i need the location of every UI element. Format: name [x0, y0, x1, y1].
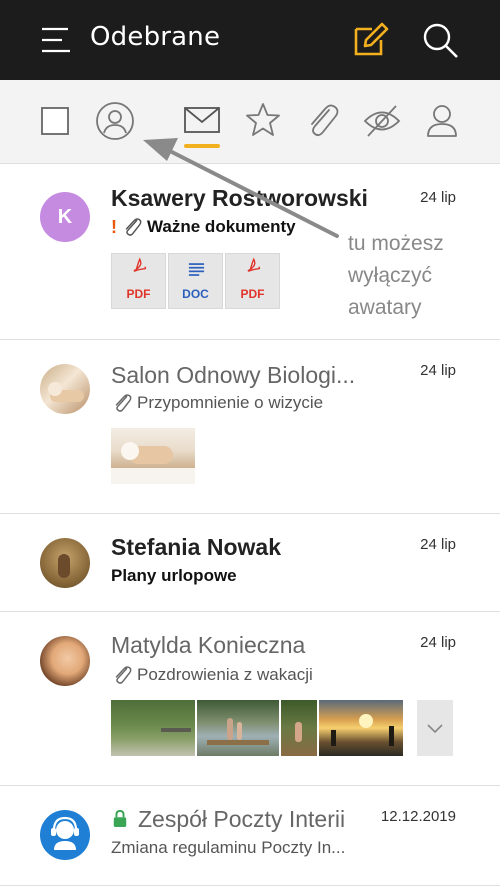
sender-name: Ksawery Rostworowski [111, 185, 368, 211]
message-subject: ! Ważne dokumenty [111, 216, 296, 238]
message-date: 24 lip [420, 536, 456, 553]
paperclip-icon [115, 394, 132, 412]
subject-text: Ważne dokumenty [147, 217, 296, 236]
message-subject: Pozdrowienia z wakacji [111, 664, 313, 686]
subject-text: Zmiana regulaminu Poczty In... [111, 838, 346, 857]
photo-thumbnail[interactable] [197, 700, 279, 756]
list-item[interactable]: Salon Odnowy Biologi... 24 lip Przypomni… [0, 340, 500, 514]
support-agent-icon [51, 816, 79, 850]
envelope-icon[interactable] [182, 100, 222, 140]
list-item[interactable]: Matylda Konieczna 24 lip Pozdrowienia z … [0, 612, 500, 786]
message-subject: Przypomnienie o wizycie [111, 392, 323, 414]
message-date: 24 lip [420, 634, 456, 651]
attachment-type: DOC [182, 287, 209, 301]
avatar: K [40, 192, 90, 242]
filter-bar [0, 80, 500, 164]
attachment-pdf[interactable]: PDF [111, 253, 166, 309]
avatar-toggle-icon[interactable] [95, 100, 135, 140]
compose-icon[interactable] [350, 20, 390, 60]
photo-thumbnail[interactable] [111, 428, 195, 484]
lock-icon [113, 810, 127, 827]
photo-thumbnail[interactable] [111, 700, 195, 756]
avatar-letter: K [57, 206, 73, 228]
annotation-line: tu możesz [348, 232, 444, 255]
avatar [40, 538, 90, 588]
expand-button[interactable] [417, 700, 453, 756]
annotation-line: wyłączyć [348, 264, 433, 287]
select-all-checkbox[interactable] [36, 100, 76, 140]
menu-icon[interactable] [40, 24, 72, 56]
photo-thumbnail[interactable] [319, 700, 403, 756]
subject-text: Przypomnienie o wizycie [137, 393, 324, 412]
active-filter-indicator [184, 144, 220, 148]
photo-thumbnail[interactable] [281, 700, 317, 756]
subject-text: Plany urlopowe [111, 566, 237, 585]
important-icon: ! [111, 216, 117, 237]
sender-name: Zespół Poczty Interii [138, 806, 346, 832]
subject-text: Pozdrowienia z wakacji [137, 665, 313, 684]
person-icon[interactable] [422, 100, 462, 140]
paperclip-icon[interactable] [302, 100, 342, 140]
attachment-pdf[interactable]: PDF [225, 253, 280, 309]
sender-name: Salon Odnowy Biologi... [111, 362, 356, 388]
avatar [40, 636, 90, 686]
attachment-doc[interactable]: DOC [168, 253, 223, 309]
list-item[interactable]: Stefania Nowak 24 lip Plany urlopowe [0, 514, 500, 612]
sender-name: Stefania Nowak [111, 534, 281, 560]
folder-title: Odebrane [90, 22, 221, 52]
pdf-icon [133, 257, 147, 272]
message-date: 24 lip [420, 362, 456, 379]
message-date: 24 lip [420, 189, 456, 206]
eye-off-icon[interactable] [362, 100, 402, 140]
pdf-icon [247, 257, 261, 272]
annotation-text: tu możesz wyłączyć awatary [348, 228, 444, 324]
sender-name: Matylda Konieczna [111, 632, 306, 658]
list-item[interactable]: Zespół Poczty Interii 12.12.2019 Zmiana … [0, 786, 500, 886]
annotation-line: awatary [348, 296, 422, 319]
avatar [40, 364, 90, 414]
star-icon[interactable] [243, 100, 283, 140]
paperclip-icon [125, 218, 142, 236]
attachment-type: PDF [126, 287, 151, 301]
message-subject: Zmiana regulaminu Poczty In... [111, 838, 345, 858]
paperclip-icon [115, 666, 132, 684]
search-icon[interactable] [420, 20, 460, 60]
message-date: 12.12.2019 [380, 808, 456, 825]
chevron-down-icon [427, 724, 443, 734]
message-subject: Plany urlopowe [111, 566, 237, 586]
app-bar: Odebrane [0, 0, 500, 80]
avatar [40, 810, 90, 860]
attachment-type: PDF [240, 287, 265, 301]
